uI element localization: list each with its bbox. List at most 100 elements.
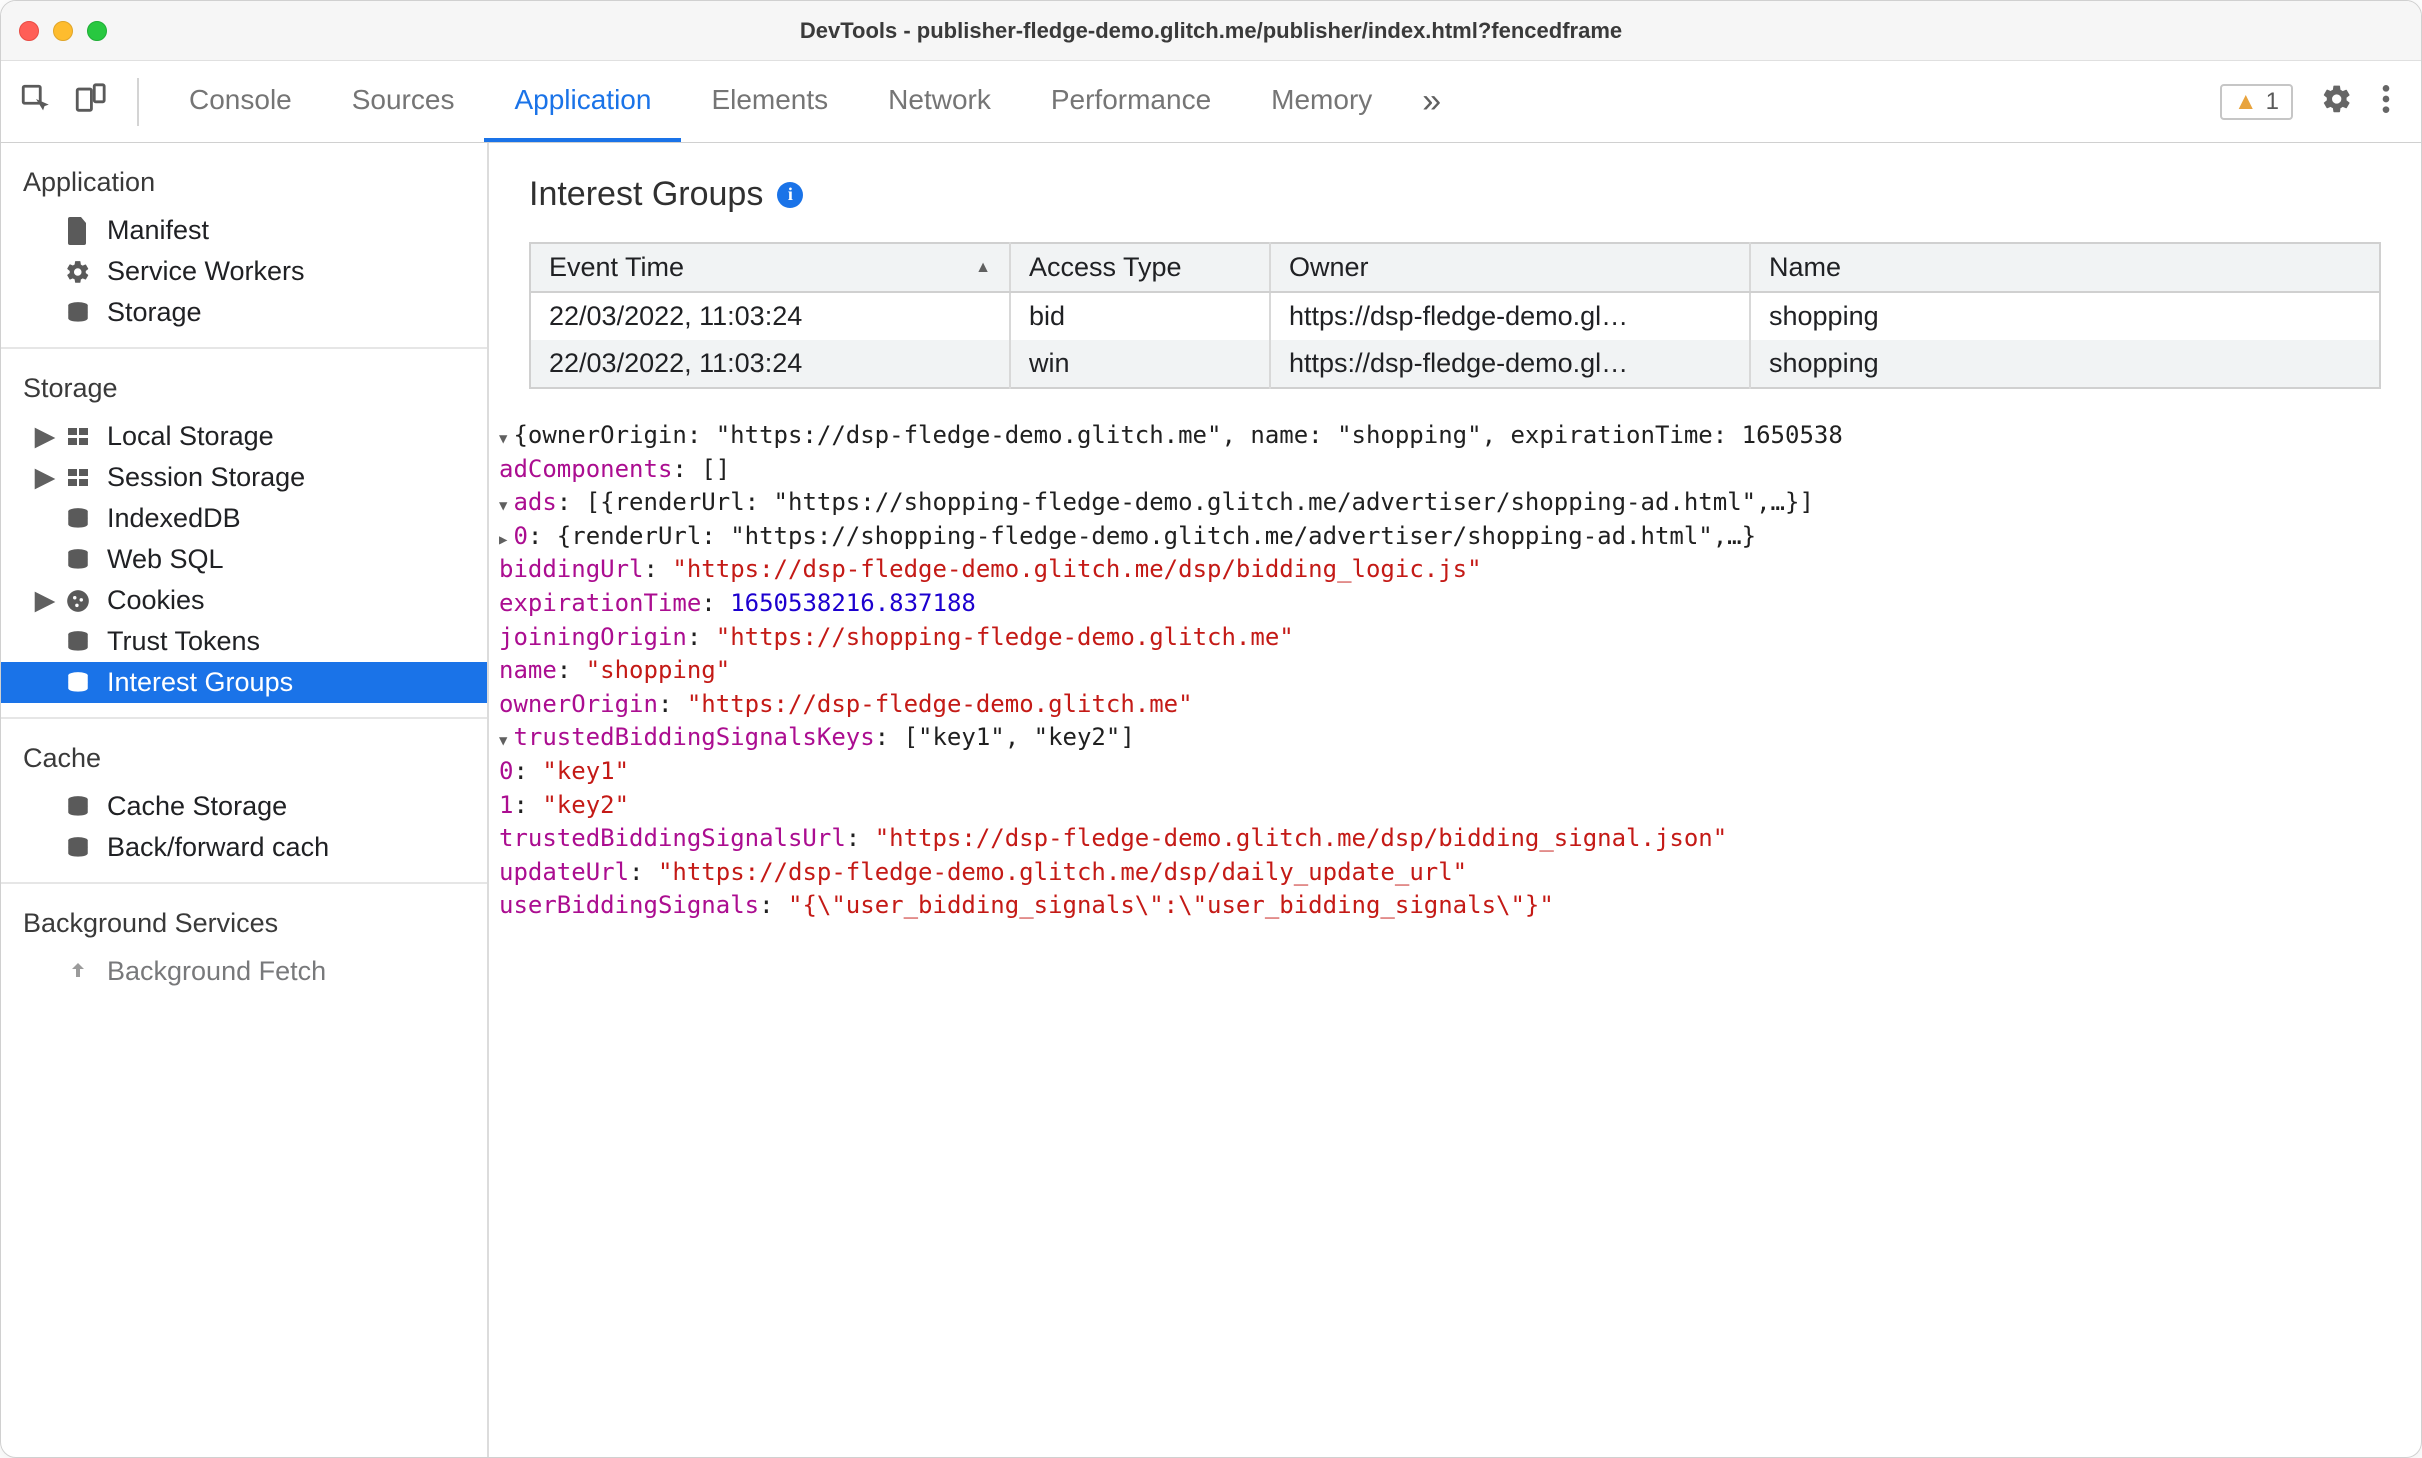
obj-joiningorigin[interactable]: joiningOrigin: "https://shopping-fledge-… <box>499 621 2411 655</box>
obj-tbsk-1[interactable]: 1: "key2" <box>499 789 2411 823</box>
sidebar-label: Manifest <box>107 215 209 246</box>
sidebar-label: Session Storage <box>107 462 305 493</box>
sidebar-item-indexeddb[interactable]: IndexedDB <box>1 498 487 539</box>
sidebar-item-interest-groups[interactable]: Interest Groups <box>1 662 487 703</box>
cell-owner: https://dsp-fledge-demo.gl… <box>1270 340 1750 388</box>
pane-title: Interest Groups <box>529 175 763 214</box>
sidebar-section-background-services: Background Services <box>1 898 487 951</box>
toggle-device-icon[interactable] <box>73 82 107 122</box>
obj-expirationtime[interactable]: expirationTime: 1650538216.837188 <box>499 587 2411 621</box>
window-controls <box>19 21 107 41</box>
chevron-down-icon[interactable] <box>499 421 513 449</box>
sidebar-label: Service Workers <box>107 256 305 287</box>
issues-badge[interactable]: ▲ 1 <box>2220 84 2293 120</box>
database-icon <box>63 545 93 575</box>
sidebar-label: Cache Storage <box>107 791 287 822</box>
cell-access-type: win <box>1010 340 1270 388</box>
obj-root[interactable]: {ownerOrigin: "https://dsp-fledge-demo.g… <box>499 419 2411 453</box>
obj-name[interactable]: name: "shopping" <box>499 654 2411 688</box>
sidebar-label: IndexedDB <box>107 503 241 534</box>
database-icon <box>63 792 93 822</box>
issues-count: 1 <box>2266 88 2279 116</box>
sidebar-label: Back/forward cach <box>107 832 329 863</box>
sidebar-item-websql[interactable]: Web SQL <box>1 539 487 580</box>
obj-trustedbiddingsignalskeys[interactable]: trustedBiddingSignalsKeys: ["key1", "key… <box>499 721 2411 755</box>
sidebar-section-storage: Storage <box>1 363 487 416</box>
info-icon[interactable]: i <box>777 182 803 208</box>
database-icon <box>63 627 93 657</box>
tab-elements[interactable]: Elements <box>681 61 858 142</box>
obj-ads[interactable]: ads: [{renderUrl: "https://shopping-fled… <box>499 486 2411 520</box>
sidebar-item-manifest[interactable]: Manifest <box>1 210 487 251</box>
tabs-overflow-button[interactable]: » <box>1402 61 1461 142</box>
sidebar-item-background-fetch[interactable]: Background Fetch <box>1 951 487 992</box>
more-menu-button[interactable] <box>2381 83 2391 121</box>
sidebar-label: Background Fetch <box>107 956 326 987</box>
chevron-right-icon[interactable]: ▶ <box>35 462 55 493</box>
tab-console[interactable]: Console <box>159 61 322 142</box>
obj-adcomponents[interactable]: adComponents: [] <box>499 453 2411 487</box>
warning-icon: ▲ <box>2234 88 2258 116</box>
sidebar-item-local-storage[interactable]: ▶ Local Storage <box>1 416 487 457</box>
chevron-down-icon[interactable] <box>499 723 513 751</box>
panel-tabs: Console Sources Application Elements Net… <box>139 61 1461 142</box>
file-icon <box>63 216 93 246</box>
sidebar-item-back-forward-cache[interactable]: Back/forward cach <box>1 827 487 868</box>
sidebar-item-service-workers[interactable]: Service Workers <box>1 251 487 292</box>
table-row[interactable]: 22/03/2022, 11:03:24 win https://dsp-fle… <box>530 340 2380 388</box>
obj-ownerorigin[interactable]: ownerOrigin: "https://dsp-fledge-demo.gl… <box>499 688 2411 722</box>
obj-tbsk-0[interactable]: 0: "key1" <box>499 755 2411 789</box>
grid-icon <box>63 463 93 493</box>
chevron-down-icon[interactable] <box>499 488 513 516</box>
fullscreen-window-button[interactable] <box>87 21 107 41</box>
cell-access-type: bid <box>1010 292 1270 340</box>
settings-button[interactable] <box>2321 83 2353 121</box>
chevron-right-icon[interactable]: ▶ <box>35 585 55 616</box>
tab-network[interactable]: Network <box>858 61 1021 142</box>
sidebar-item-cache-storage[interactable]: Cache Storage <box>1 786 487 827</box>
database-icon <box>63 298 93 328</box>
th-owner[interactable]: Owner <box>1270 243 1750 292</box>
devtools-toolbar: Console Sources Application Elements Net… <box>1 61 2421 143</box>
divider <box>1 717 487 719</box>
obj-ads-0[interactable]: 0: {renderUrl: "https://shopping-fledge-… <box>499 520 2411 554</box>
cell-name: shopping <box>1750 340 2380 388</box>
chevron-right-icon[interactable] <box>499 522 513 550</box>
chevron-right-icon[interactable]: ▶ <box>35 421 55 452</box>
obj-userbiddingsignals[interactable]: userBiddingSignals: "{\"user_bidding_sig… <box>499 889 2411 923</box>
inspect-element-icon[interactable] <box>19 82 53 122</box>
gear-icon <box>63 257 93 287</box>
th-access-type[interactable]: Access Type <box>1010 243 1270 292</box>
database-icon <box>63 668 93 698</box>
th-name[interactable]: Name <box>1750 243 2380 292</box>
tab-memory[interactable]: Memory <box>1241 61 1402 142</box>
sidebar-item-cookies[interactable]: ▶ Cookies <box>1 580 487 621</box>
sidebar-section-cache: Cache <box>1 733 487 786</box>
window-title: DevTools - publisher-fledge-demo.glitch.… <box>1 18 2421 44</box>
th-event-time[interactable]: Event Time ▲ <box>530 243 1010 292</box>
tab-performance[interactable]: Performance <box>1021 61 1241 142</box>
obj-updateurl[interactable]: updateUrl: "https://dsp-fledge-demo.glit… <box>499 856 2411 890</box>
divider <box>1 882 487 884</box>
sort-asc-icon: ▲ <box>975 259 991 277</box>
sidebar-item-storage[interactable]: Storage <box>1 292 487 333</box>
cell-owner: https://dsp-fledge-demo.gl… <box>1270 292 1750 340</box>
tab-sources[interactable]: Sources <box>322 61 485 142</box>
minimize-window-button[interactable] <box>53 21 73 41</box>
sidebar-item-session-storage[interactable]: ▶ Session Storage <box>1 457 487 498</box>
close-window-button[interactable] <box>19 21 39 41</box>
tab-application[interactable]: Application <box>484 61 681 142</box>
sidebar-label: Local Storage <box>107 421 274 452</box>
interest-groups-table: Event Time ▲ Access Type Owner Name 22/0… <box>529 242 2381 389</box>
table-row[interactable]: 22/03/2022, 11:03:24 bid https://dsp-fle… <box>530 292 2380 340</box>
sidebar-label: Web SQL <box>107 544 224 575</box>
obj-trustedbiddingsignalsurl[interactable]: trustedBiddingSignalsUrl: "https://dsp-f… <box>499 822 2411 856</box>
obj-biddingurl[interactable]: biddingUrl: "https://dsp-fledge-demo.gli… <box>499 553 2411 587</box>
grid-icon <box>63 422 93 452</box>
sidebar-item-trust-tokens[interactable]: Trust Tokens <box>1 621 487 662</box>
sidebar-label: Interest Groups <box>107 667 293 698</box>
object-viewer: {ownerOrigin: "https://dsp-fledge-demo.g… <box>489 389 2421 943</box>
sidebar-label: Trust Tokens <box>107 626 260 657</box>
application-sidebar: Application Manifest Service Workers Sto… <box>1 143 489 1457</box>
divider <box>1 347 487 349</box>
